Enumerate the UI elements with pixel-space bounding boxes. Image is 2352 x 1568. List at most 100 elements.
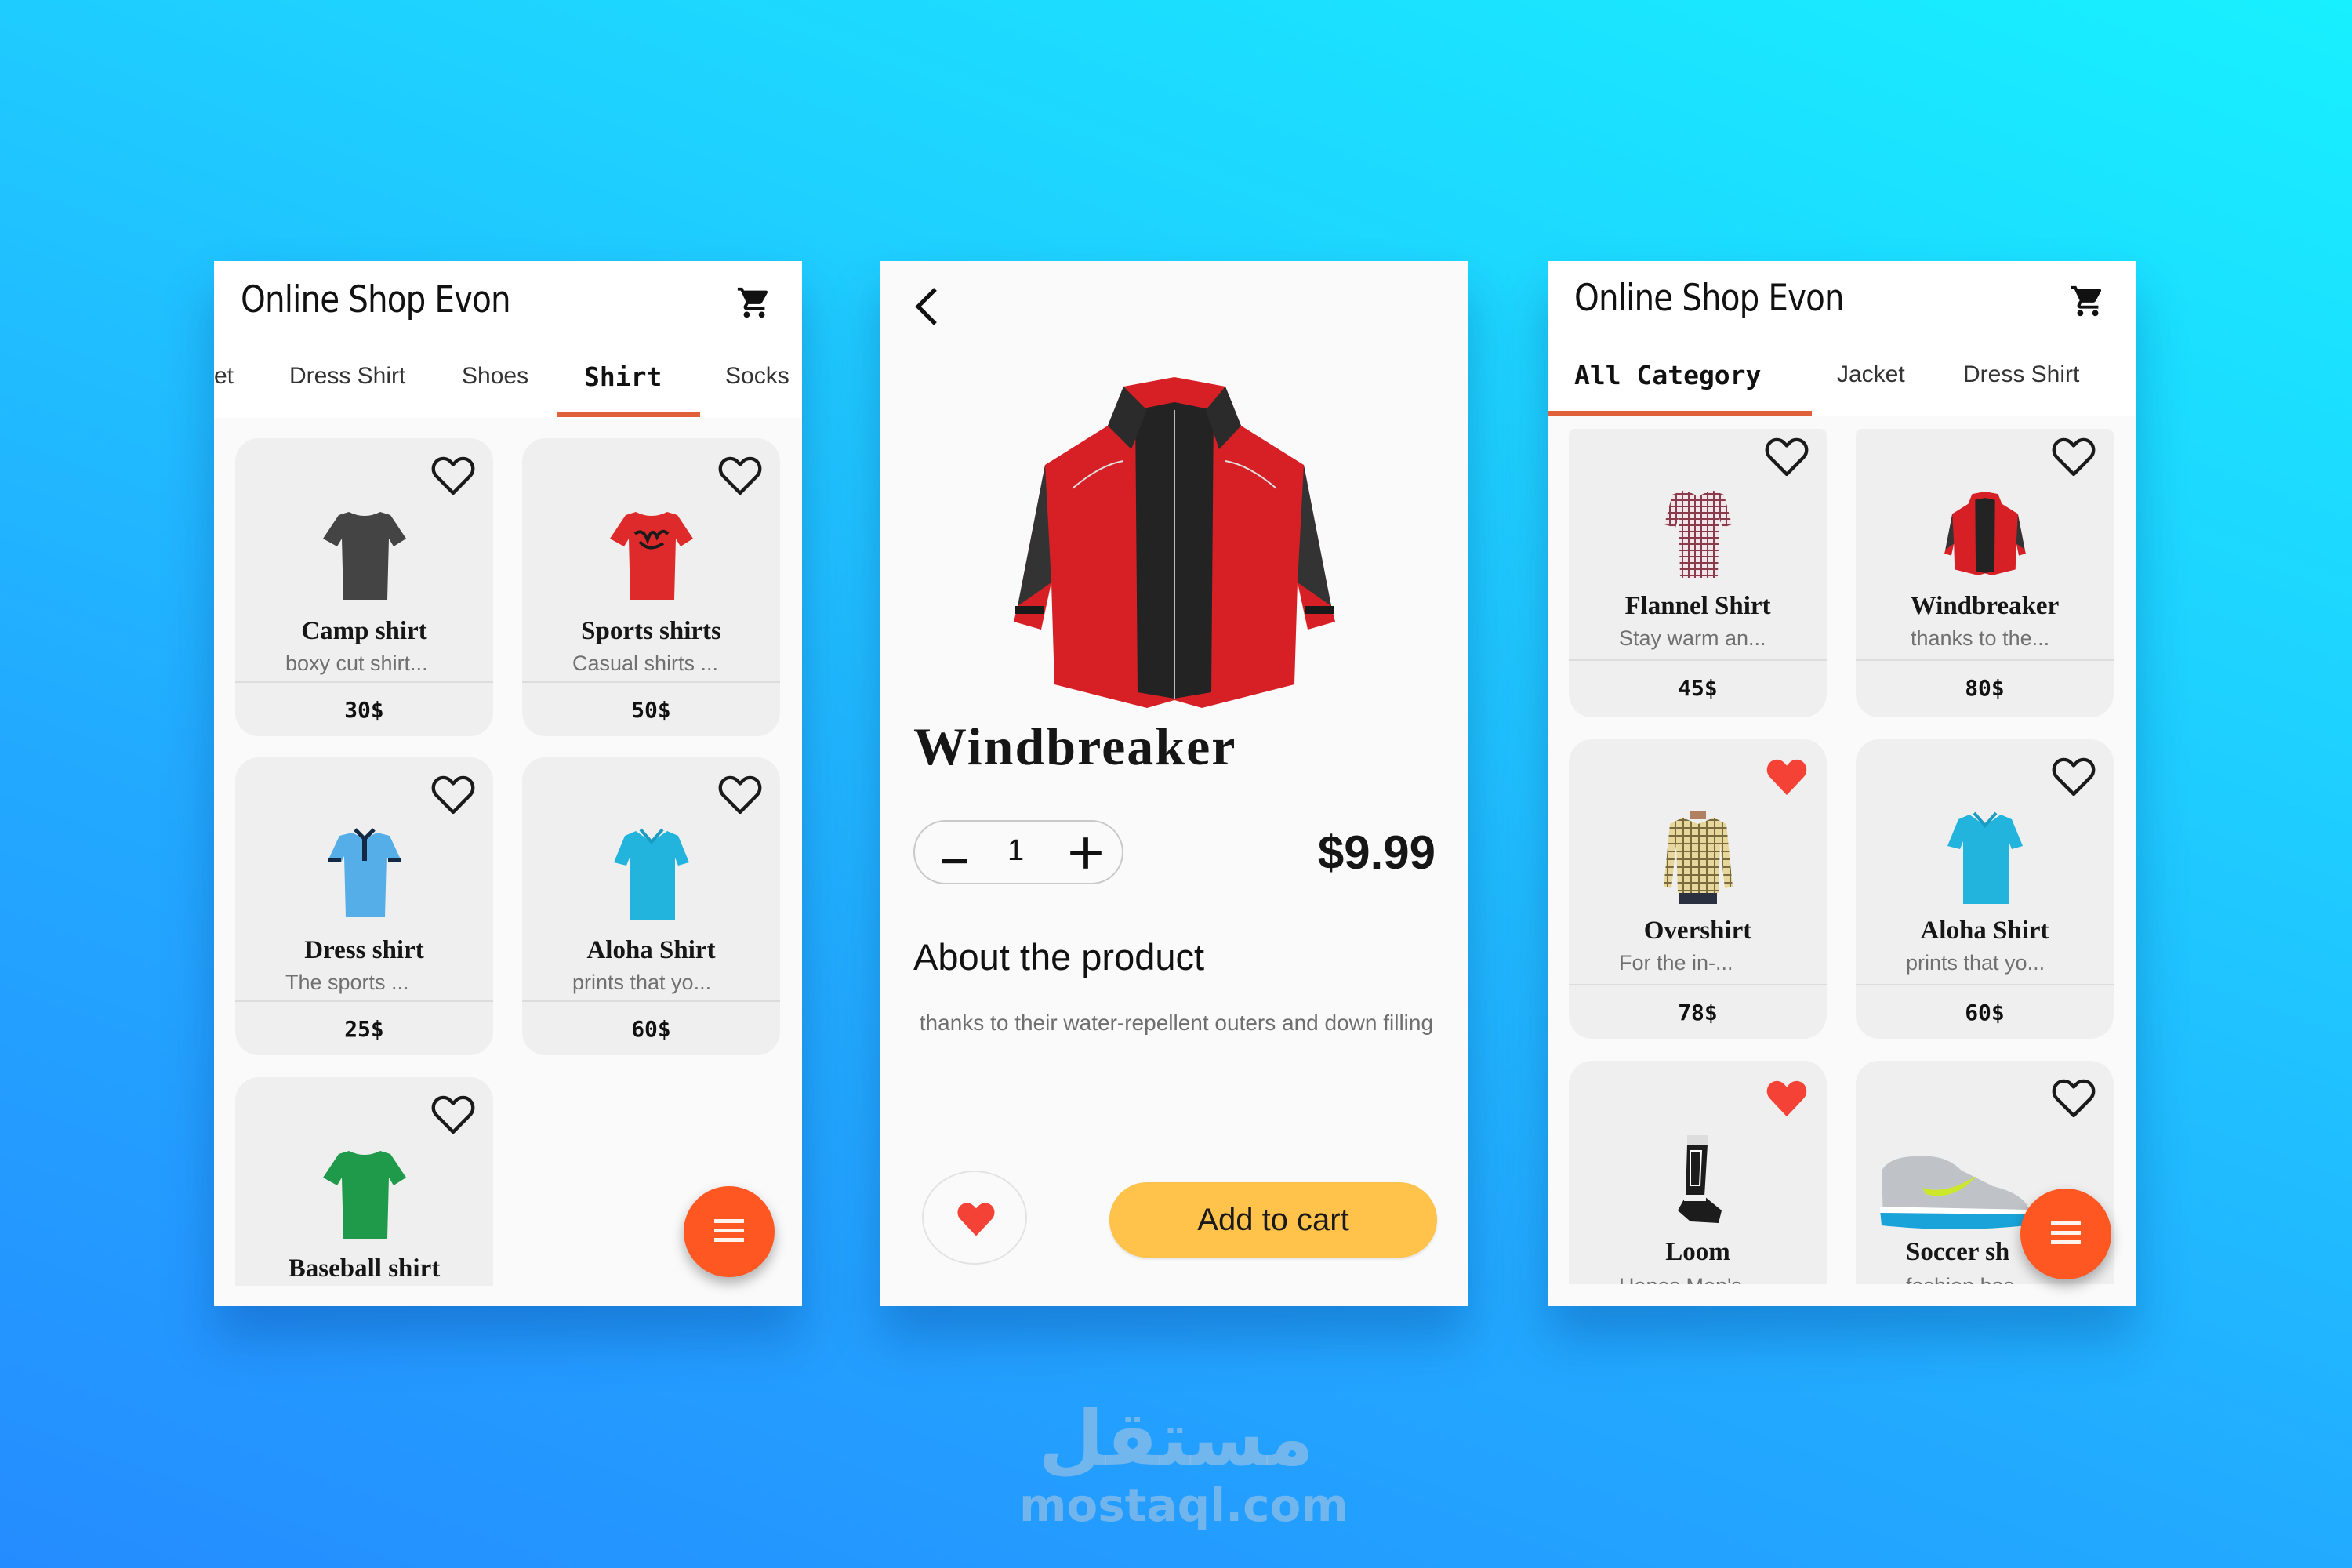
category-screen-shirt: Online Shop Evon et Dress Shirt Shoes Sh…	[214, 261, 802, 1306]
product-card[interactable]: Overshirt For the in-... 78$	[1569, 739, 1827, 1039]
product-image-black-sock	[1677, 1135, 1722, 1223]
product-name: Sports shirts	[581, 617, 721, 645]
card-divider	[522, 681, 780, 683]
app-bar: Online Shop Evon et Dress Shirt Shoes Sh…	[214, 261, 802, 418]
product-name: Aloha Shirt	[586, 936, 716, 964]
tab-shirt[interactable]: Shirt	[584, 361, 662, 392]
product-card[interactable]: Aloha Shirt prints that yo... 60$	[1856, 739, 2114, 1039]
shopping-cart-icon[interactable]	[2070, 283, 2106, 319]
tab-dress-shirt[interactable]: Dress Shirt	[1963, 361, 2079, 388]
product-image-light-blue-polo	[328, 828, 401, 917]
product-name: Baseball shirt	[288, 1254, 441, 1283]
product-card[interactable]: Aloha Shirt prints that yo... 60$	[522, 757, 780, 1055]
product-description: thanks to the...	[1911, 626, 2050, 650]
product-price: 78$	[1678, 1000, 1718, 1025]
product-price: 30$	[344, 697, 384, 723]
watermark-arabic: مستقل	[1038, 1395, 1314, 1483]
tab-dress-shirt[interactable]: Dress Shirt	[289, 363, 405, 390]
card-divider	[235, 1000, 493, 1002]
product-image-red-graphic-tshirt	[609, 512, 693, 600]
product-description: boxy cut shirt...	[285, 652, 428, 675]
heart-outline-icon[interactable]	[2051, 435, 2096, 477]
product-image-cyan-polo	[613, 828, 689, 920]
product-card[interactable]: Baseball shirt	[235, 1077, 493, 1306]
heart-outline-icon[interactable]	[430, 1093, 476, 1135]
minus-icon[interactable]	[938, 839, 970, 870]
product-image-running-shoe	[1880, 1156, 2029, 1229]
about-heading: About the product	[913, 936, 1205, 978]
heart-outline-icon[interactable]	[1764, 435, 1809, 477]
product-price: 45$	[1678, 675, 1718, 701]
product-image-cyan-polo	[1947, 811, 2023, 904]
plus-icon[interactable]	[1069, 836, 1103, 870]
tab-socks[interactable]: Socks	[725, 363, 789, 390]
product-name: Aloha Shirt	[1920, 916, 2049, 945]
product-price: 60$	[1965, 1000, 2005, 1025]
product-description: The sports ...	[285, 971, 409, 994]
product-image-dark-gray-tshirt	[322, 512, 406, 600]
product-price: 50$	[631, 697, 671, 723]
product-image-green-tshirt	[322, 1151, 406, 1239]
product-title: Windbreaker	[913, 717, 1237, 776]
product-card[interactable]: Dress shirt The sports ... 25$	[235, 757, 493, 1055]
card-divider	[1856, 984, 2114, 985]
product-image-plaid-shirt	[1664, 490, 1732, 578]
list-clip	[1548, 1284, 2136, 1306]
watermark-latin: mostaql.com	[1019, 1479, 1348, 1532]
quantity-value: 1	[1007, 834, 1025, 867]
tab-all-category[interactable]: All Category	[1574, 360, 1761, 390]
heart-filled-icon	[955, 1199, 997, 1238]
product-image-red-windbreaker-jacket	[1014, 377, 1335, 708]
category-tabs: All Category Jacket Dress Shirt	[1548, 347, 2136, 416]
active-tab-indicator	[557, 412, 700, 417]
heart-filled-icon[interactable]	[1764, 1076, 1809, 1119]
heart-filled-icon[interactable]	[1764, 755, 1809, 797]
card-divider	[522, 1000, 780, 1002]
heart-outline-icon[interactable]	[717, 454, 763, 496]
heart-outline-icon[interactable]	[2051, 1076, 2096, 1119]
chevron-left-icon[interactable]	[912, 285, 943, 328]
app-title: Online Shop Evon	[1574, 277, 1845, 320]
tab-jacket[interactable]: et	[214, 363, 234, 390]
product-card[interactable]: Flannel Shirt Stay warm an... 45$	[1569, 429, 1827, 717]
heart-outline-icon[interactable]	[717, 773, 763, 815]
product-description: Stay warm an...	[1619, 626, 1766, 650]
product-detail-screen: Windbreaker 1 $9.99 About the product th…	[880, 261, 1468, 1306]
card-divider	[1856, 659, 2114, 661]
card-divider	[235, 681, 493, 683]
product-card[interactable]: Loom Hanes Men's	[1569, 1061, 1827, 1306]
list-clip	[214, 1286, 802, 1306]
product-description: Casual shirts ...	[572, 652, 719, 675]
product-name: Overshirt	[1643, 916, 1752, 945]
app-title: Online Shop Evon	[241, 278, 511, 321]
product-price: 25$	[344, 1016, 384, 1042]
product-description: prints that yo...	[1906, 951, 2045, 975]
mostaql-watermark: مستقل mostaql.com	[1019, 1395, 1348, 1532]
product-card[interactable]: Windbreaker thanks to the... 80$	[1856, 429, 2114, 717]
product-description: For the in-...	[1619, 951, 1733, 975]
favorite-button[interactable]	[922, 1171, 1027, 1265]
product-name: Windbreaker	[1910, 592, 2060, 620]
about-text: thanks to their water-repellent outers a…	[913, 1011, 1434, 1035]
product-name: Dress shirt	[304, 936, 424, 964]
heart-outline-icon[interactable]	[2051, 755, 2096, 797]
heart-outline-icon[interactable]	[430, 773, 476, 815]
active-tab-indicator	[1548, 411, 1812, 416]
product-card[interactable]: Sports shirts Casual shirts ... 50$	[522, 438, 780, 736]
tab-shoes[interactable]: Shoes	[462, 363, 528, 390]
shopping-cart-icon[interactable]	[736, 285, 772, 321]
product-name: Soccer sh	[1906, 1238, 2010, 1266]
product-image-red-windbreaker-jacket	[1944, 492, 2026, 575]
product-price: 60$	[631, 1016, 671, 1042]
category-screen-all: Online Shop Evon All Category Jacket Dre…	[1548, 261, 2136, 1306]
menu-fab-button[interactable]	[2020, 1189, 2111, 1279]
product-name: Loom	[1665, 1238, 1730, 1266]
heart-outline-icon[interactable]	[430, 454, 476, 496]
card-divider	[1569, 984, 1827, 985]
product-name: Flannel Shirt	[1624, 592, 1771, 620]
product-price: 80$	[1965, 675, 2005, 701]
product-card[interactable]: Camp shirt boxy cut shirt... 30$	[235, 438, 493, 736]
menu-fab-button[interactable]	[684, 1186, 775, 1277]
tab-jacket[interactable]: Jacket	[1837, 361, 1905, 388]
add-to-cart-button[interactable]: Add to cart	[1109, 1182, 1437, 1258]
